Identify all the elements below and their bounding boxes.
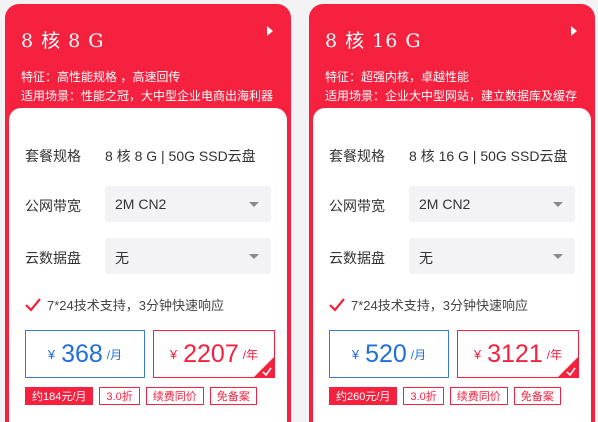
selected-check-icon (566, 367, 576, 376)
caret-down-icon (553, 202, 563, 207)
bandwidth-select[interactable]: 2M CN2 (409, 186, 575, 222)
tag-renewal: 续费同价 (145, 387, 204, 405)
bandwidth-value: 2M CN2 (419, 196, 471, 212)
plan-tags: 约184元/月 3.0折 续费同价 免备案 (25, 387, 257, 405)
tag-discount: 3.0折 (403, 387, 444, 405)
spec-label: 套餐规格 (25, 148, 81, 164)
caret-down-icon (249, 202, 259, 207)
caret-down-icon (249, 254, 259, 259)
arrow-right-icon[interactable] (267, 26, 273, 36)
disk-select[interactable]: 无 (409, 238, 575, 274)
yearly-price: 3121 (487, 339, 543, 368)
monthly-unit: /月 (410, 347, 427, 362)
plan-feature: 特征：高性能规格 ，高速回传 (21, 70, 181, 84)
tag-renewal: 续费同价 (449, 387, 508, 405)
disk-select[interactable]: 无 (105, 238, 271, 274)
currency-symbol: ¥ (351, 346, 360, 362)
currency-symbol: ¥ (47, 346, 56, 362)
monthly-price: 368 (61, 339, 103, 368)
support-note: 7*24技术支持，3分钟快速响应 (329, 295, 528, 314)
disk-label: 云数据盘 (25, 250, 81, 266)
tag-monthly-equivalent: 约184元/月 (25, 387, 94, 405)
selected-check-icon (262, 367, 272, 376)
bandwidth-label: 公网带宽 (25, 198, 81, 214)
plan-title: 8 核 16 G (325, 30, 422, 52)
plan-title: 8 核 8 G (21, 30, 105, 52)
tag-discount: 3.0折 (99, 387, 140, 405)
spec-label: 套餐规格 (329, 148, 385, 164)
caret-down-icon (553, 254, 563, 259)
plan-card-8c16g: 8 核 16 G 特征：超强内核，卓越性能 适用场景：企业大中型网站，建立数据库… (309, 4, 595, 422)
bandwidth-label: 公网带宽 (329, 198, 385, 214)
check-icon (329, 297, 345, 312)
support-text: 7*24技术支持，3分钟快速响应 (47, 298, 224, 313)
spec-value: 8 核 8 G | 50G SSD云盘 (105, 148, 256, 164)
plan-config-panel: 套餐规格 8 核 16 G | 50G SSD云盘 公网带宽 2M CN2 云数… (313, 108, 591, 422)
monthly-price-option[interactable]: ¥ 368 /月 (25, 330, 145, 378)
bandwidth-select[interactable]: 2M CN2 (105, 186, 271, 222)
tag-no-filing: 免备案 (513, 387, 561, 405)
plan-scenario: 适用场景：性能之冠，大中型企业电商出海利器 (21, 89, 274, 103)
currency-symbol: ¥ (169, 346, 178, 362)
spec-value: 8 核 16 G | 50G SSD云盘 (409, 148, 568, 164)
support-note: 7*24技术支持，3分钟快速响应 (25, 295, 224, 314)
tag-monthly-equivalent: 约260元/月 (329, 387, 398, 405)
disk-label: 云数据盘 (329, 250, 385, 266)
support-text: 7*24技术支持，3分钟快速响应 (351, 298, 528, 313)
bandwidth-value: 2M CN2 (115, 196, 167, 212)
plan-scenario: 适用场景：企业大中型网站，建立数据库及缓存 (325, 89, 578, 103)
plan-feature: 特征：超强内核，卓越性能 (325, 70, 470, 84)
check-icon (25, 297, 41, 312)
disk-value: 无 (115, 250, 129, 266)
yearly-price-option[interactable]: ¥ 3121 /年 (457, 330, 579, 378)
plan-tags: 约260元/月 3.0折 续费同价 免备案 (329, 387, 561, 405)
tag-no-filing: 免备案 (209, 387, 257, 405)
yearly-price-option[interactable]: ¥ 2207 /年 (153, 330, 275, 378)
yearly-price: 2207 (183, 339, 239, 368)
plan-card-8c8g: 8 核 8 G 特征：高性能规格 ，高速回传 适用场景：性能之冠，大中型企业电商… (5, 4, 291, 422)
currency-symbol: ¥ (473, 346, 482, 362)
disk-value: 无 (419, 250, 433, 266)
plan-config-panel: 套餐规格 8 核 8 G | 50G SSD云盘 公网带宽 2M CN2 云数据… (9, 108, 287, 422)
monthly-price-option[interactable]: ¥ 520 /月 (329, 330, 449, 378)
arrow-right-icon[interactable] (571, 26, 577, 36)
monthly-unit: /月 (106, 347, 123, 362)
monthly-price: 520 (365, 339, 407, 368)
